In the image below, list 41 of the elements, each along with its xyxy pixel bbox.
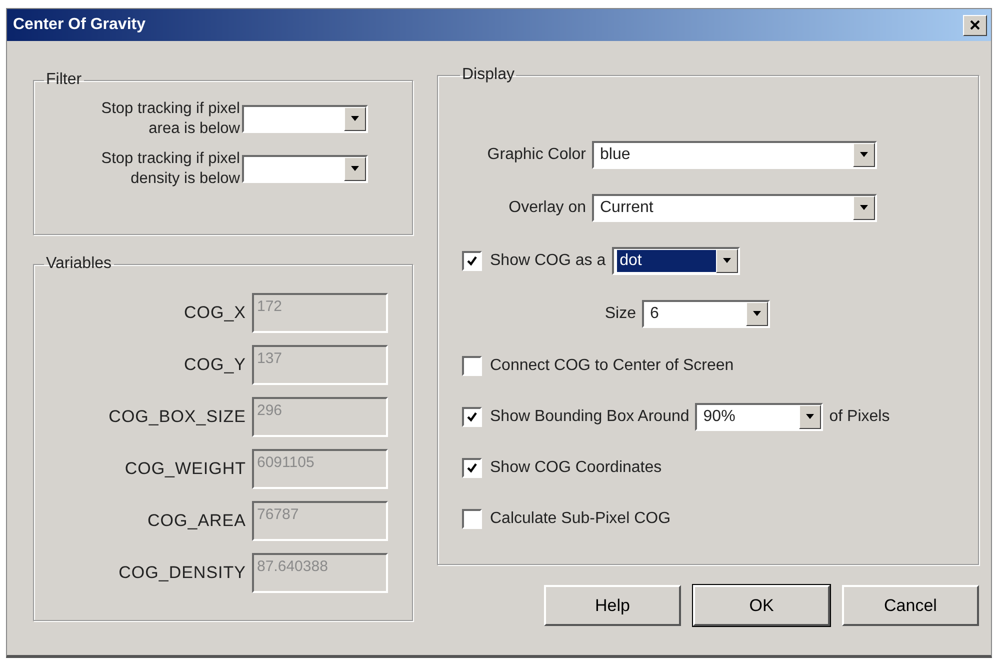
check-icon [466,254,478,266]
close-button[interactable] [963,14,987,36]
suffix-label: of Pixels [829,408,890,426]
dropdown[interactable]: 90% [695,402,824,430]
checked-checkbox[interactable] [462,250,482,270]
dropdown[interactable]: 6 [642,300,770,328]
variable-label: COG_DENSITY [118,563,246,583]
check-icon [466,410,478,422]
dropdown[interactable]: Current [592,194,877,222]
checked-checkbox[interactable] [462,406,482,426]
check-icon [466,462,478,474]
dropdown[interactable] [242,105,368,133]
checkbox-label: Show COG Coordinates [490,458,662,476]
group-title: Filter [45,71,83,89]
dropdown[interactable]: dot [612,246,740,274]
close-icon [969,19,981,31]
dialog-button[interactable]: Help [544,585,681,626]
field-label: Stop tracking if pixel area is below [100,99,240,139]
checkbox[interactable] [462,356,482,376]
dialog-button[interactable]: OK [693,585,830,626]
field-label: Graphic Color [486,146,586,164]
checkbox[interactable] [462,508,482,528]
checked-checkbox[interactable] [462,458,482,478]
checkbox-label: Show Bounding Box Around [490,408,690,426]
dropdown[interactable] [242,155,368,183]
checkbox-label: Connect COG to Center of Screen [490,356,734,374]
variable-label: COG_BOX_SIZE [108,407,246,427]
variable-label: COG_AREA [148,511,246,531]
field-label: Size [604,304,636,322]
dialog-button[interactable]: Cancel [842,585,979,626]
window-title: Center Of Gravity [13,16,146,34]
field-label: Stop tracking if pixel density is below [100,149,240,189]
variable-label: COG_X [184,303,246,323]
dropdown[interactable]: blue [592,140,877,168]
checkbox-label: Show COG as a [490,252,606,270]
group-title: Variables [45,255,113,273]
checkbox-label: Calculate Sub-Pixel COG [490,510,671,528]
field-label: Overlay on [508,198,586,216]
variable-label: COG_Y [184,355,246,375]
group-title: Display [461,66,516,84]
variable-label: COG_WEIGHT [124,459,246,479]
